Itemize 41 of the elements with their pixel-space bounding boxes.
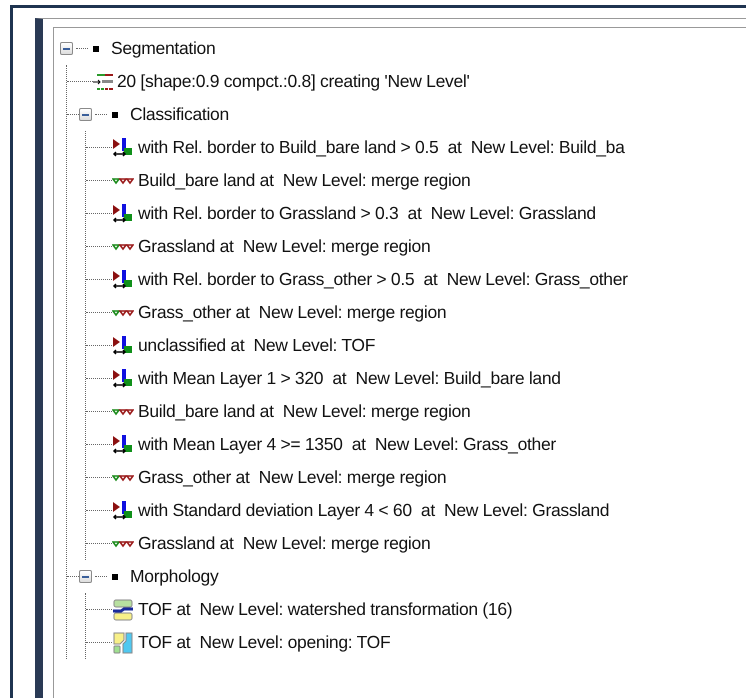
merge-icon <box>112 176 134 186</box>
tree-item[interactable]: with Rel. border to Grass_other > 0.5 at New Level: Grass_other <box>138 269 628 290</box>
collapse-toggle[interactable] <box>79 108 92 121</box>
classify-icon <box>112 334 134 356</box>
tree-item[interactable]: Build_bare land at New Level: merge region <box>138 170 470 191</box>
classify-icon <box>112 368 134 390</box>
tree-item[interactable]: with Rel. border to Grassland > 0.3 at New Level: Grassland <box>138 203 596 224</box>
opening-icon <box>112 630 134 654</box>
tree-item[interactable]: with Mean Layer 4 >= 1350 at New Level: Grass_other <box>138 434 556 455</box>
tree-item[interactable]: Grass_other at New Level: merge region <box>138 302 446 323</box>
tree-item[interactable]: Segmentation <box>111 38 216 59</box>
tree-item[interactable]: TOF at New Level: watershed transformation (16) <box>138 599 512 620</box>
merge-icon <box>112 538 134 548</box>
tree-item[interactable]: Grassland at New Level: merge region <box>138 533 430 554</box>
tree-item[interactable]: 20 [shape:0.9 compct.:0.8] creating 'New Level' <box>117 71 470 92</box>
merge-icon <box>112 406 134 416</box>
tree-item[interactable]: Morphology <box>130 566 218 587</box>
bullet-icon <box>112 112 118 118</box>
merge-icon <box>112 308 134 318</box>
tree-item[interactable]: TOF at New Level: opening: TOF <box>138 632 390 653</box>
tree-item[interactable]: Grass_other at New Level: merge region <box>138 467 446 488</box>
tree-item[interactable]: with Standard deviation Layer 4 < 60 at New Level: Grassland <box>138 500 610 521</box>
segmentation-icon <box>93 72 113 90</box>
tree-item[interactable]: with Mean Layer 1 > 320 at New Level: Build_bare land <box>138 368 561 389</box>
merge-icon <box>112 472 134 482</box>
tree-item[interactable]: with Rel. border to Build_bare land > 0.5 at New Level: Build_ba <box>138 137 625 158</box>
tree-item[interactable]: unclassified at New Level: TOF <box>138 335 376 356</box>
bullet-icon <box>93 46 99 52</box>
watershed-icon <box>112 598 134 620</box>
tree-item[interactable]: Grassland at New Level: merge region <box>138 236 430 257</box>
collapse-toggle[interactable] <box>60 42 73 55</box>
bullet-icon <box>112 574 118 580</box>
tree-item[interactable]: Build_bare land at New Level: merge region <box>138 401 470 422</box>
classify-icon <box>112 268 134 290</box>
classify-icon <box>112 434 134 456</box>
tree-item[interactable]: Classification <box>130 104 229 125</box>
classify-icon <box>112 136 134 158</box>
classify-icon <box>112 202 134 224</box>
merge-icon <box>112 242 134 252</box>
classify-icon <box>112 500 134 522</box>
collapse-toggle[interactable] <box>79 570 92 583</box>
